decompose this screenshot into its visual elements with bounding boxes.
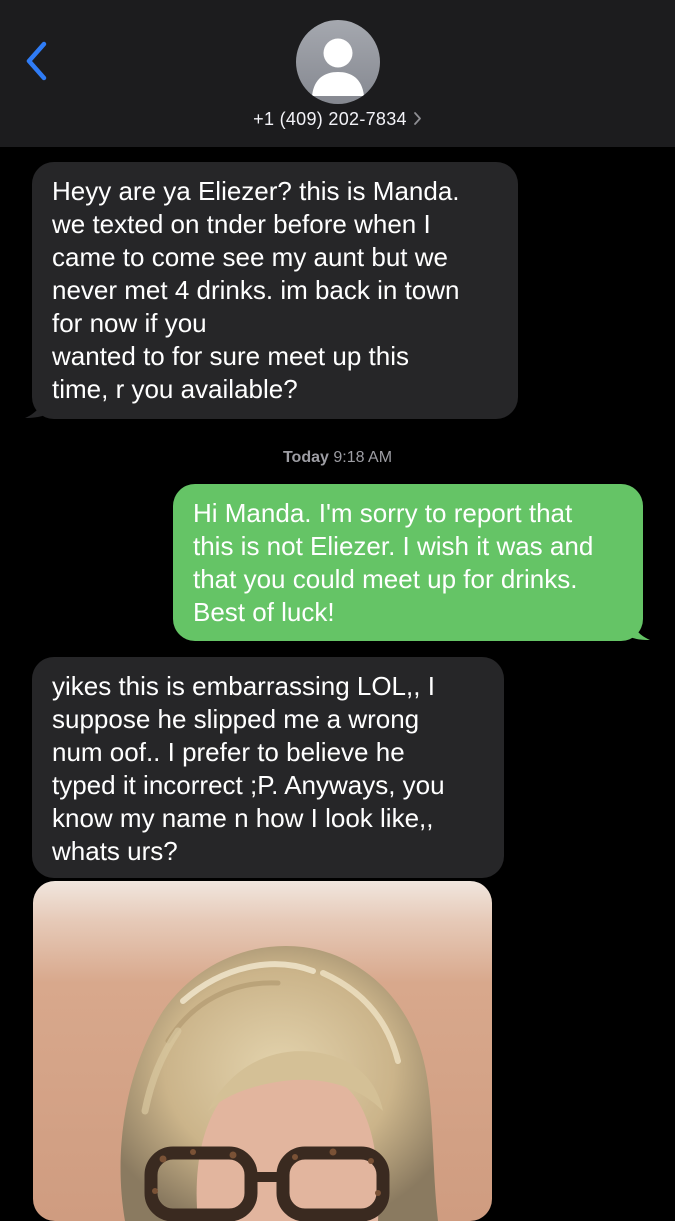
message-line: Hi Manda. I'm sorry to report that [193,498,573,528]
back-button[interactable] [14,34,60,90]
timestamp-day: Today [282,449,329,466]
chevron-left-icon [26,41,47,81]
message-line: came to come see my aunt but we [52,242,448,272]
message-line: never met 4 drinks. im back in town [52,275,460,305]
selfie-photo [33,881,492,1221]
contact-number: +1 (409) 202-7834 [253,109,407,129]
message-line: typed it incorrect ;P. Anyways, you [52,770,445,800]
message-line: we texted on tnder before when I [52,209,431,239]
timestamp-time: 9:18 AM [333,449,393,466]
message-line: suppose he slipped me a wrong [52,704,420,734]
message-line: time, r you available? [52,374,298,404]
message-line: whats urs? [52,836,178,866]
photo-attachment[interactable] [33,881,492,1221]
message-bubble-incoming[interactable]: Heyy are ya Eliezer? this is Manda. we t… [32,162,518,419]
contact-details-button[interactable]: +1 (409) 202-7834 [0,109,675,131]
message-line: yikes this is embarrassing LOL,, I [52,671,435,701]
message-line: for now if you [52,308,207,338]
message-line: num oof.. I prefer to believe he [52,737,405,767]
message-line: know my name n how I look like,, [52,803,434,833]
message-line: Best of luck! [193,597,335,627]
message-line: that you could meet up for drinks. [193,564,578,594]
conversation-header: +1 (409) 202-7834 [0,0,675,147]
message-timestamp: Today 9:18 AM [0,449,675,467]
contact-avatar[interactable] [296,20,380,104]
message-bubble-outgoing[interactable]: Hi Manda. I'm sorry to report that this … [173,484,643,641]
chevron-right-icon [413,110,422,131]
message-bubble-incoming[interactable]: yikes this is embarrassing LOL,, I suppo… [32,657,504,878]
message-line: wanted to for sure meet up this [52,341,409,371]
message-line: this is not Eliezer. I wish it was and [193,531,594,561]
person-silhouette-icon [312,38,364,96]
message-line: Heyy are ya Eliezer? this is Manda. [52,176,460,206]
